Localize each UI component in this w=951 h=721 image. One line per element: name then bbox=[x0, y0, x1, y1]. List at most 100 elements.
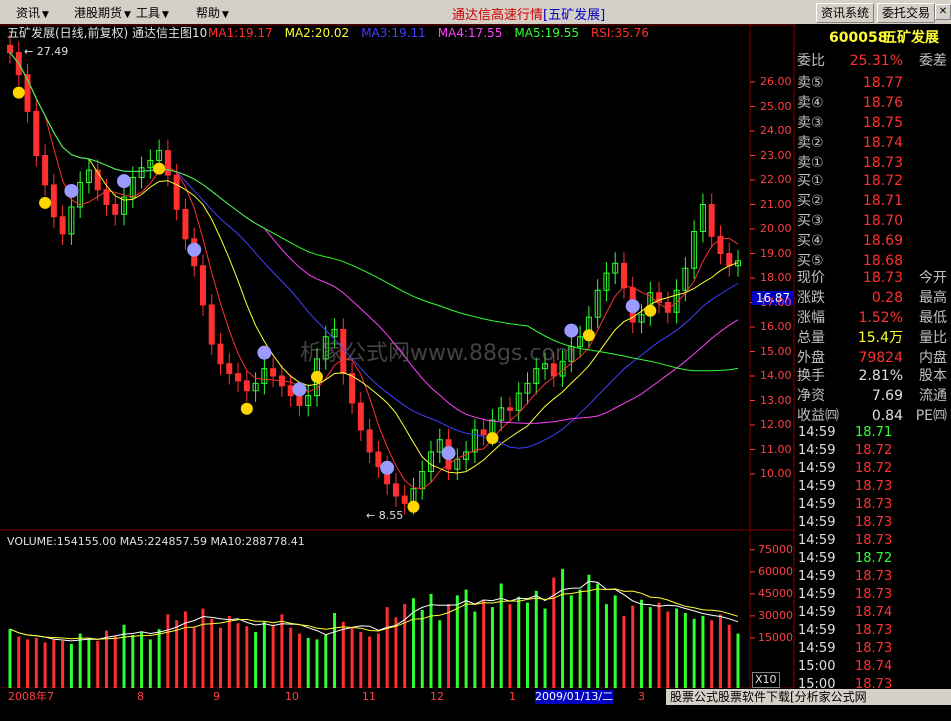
price-tick-label: 12.00 bbox=[760, 418, 792, 431]
ma-legend: MA1:19.17 MA2:20.02 MA3:19.11 MA4:17.55 MA5:… bbox=[208, 26, 661, 40]
sell-signal-icon bbox=[12, 86, 25, 99]
tick-row: 14:59 18.73 bbox=[798, 641, 893, 656]
tick-row: 14:59 18.71 bbox=[798, 425, 893, 440]
tick-row: 14:59 18.73 bbox=[798, 497, 893, 512]
price-tick-label: 26.00 bbox=[760, 75, 792, 88]
x10-button[interactable]: X10 bbox=[752, 672, 780, 688]
stats1-row: 涨幅 1.52% 最低 bbox=[797, 310, 947, 326]
ma-legend-item: MA5:19.55 bbox=[514, 26, 579, 40]
volume-tick-label: 45000 bbox=[758, 586, 793, 600]
buys-row: 买④ 18.69 bbox=[797, 233, 903, 249]
price-tick-label: 18.00 bbox=[760, 271, 792, 284]
watermark: 析家公式网www.88gs.com bbox=[300, 341, 577, 366]
price-tick-label: 16.00 bbox=[760, 320, 792, 333]
menu-hk-futures[interactable]: 港股期货 ▼ bbox=[74, 4, 131, 21]
tick-row: 14:59 18.73 bbox=[798, 569, 893, 584]
stats1-row: 涨跌 0.28 最高 bbox=[797, 290, 947, 306]
trade-button[interactable]: 委托交易 bbox=[877, 3, 935, 23]
buy-signal-icon bbox=[257, 345, 272, 360]
sell-signal-icon bbox=[310, 370, 323, 383]
price-tick-label: 24.00 bbox=[760, 124, 792, 137]
volume-tick-label: 15000 bbox=[758, 630, 793, 644]
tick-row: 14:59 18.73 bbox=[798, 515, 893, 530]
x-axis-label: 3 bbox=[638, 690, 645, 703]
buys-row: 买③ 18.70 bbox=[797, 213, 903, 229]
stats1-row: 总量 15.4万 量比 bbox=[797, 330, 947, 346]
low-label: ← 8.55 bbox=[366, 509, 404, 522]
sell-signal-icon bbox=[407, 500, 420, 513]
sells-row: 卖② 18.74 bbox=[797, 135, 903, 151]
price-tick-label: 20.00 bbox=[760, 222, 792, 235]
volume-tick-label: 75000 bbox=[758, 542, 793, 556]
chart-header: 五矿发展(日线,前复权) 通达信主图10 bbox=[7, 26, 208, 40]
sell-signal-icon bbox=[153, 162, 166, 175]
ma-legend-item: RSI:35.76 bbox=[590, 26, 649, 40]
stats1-row: 外盘 79824 内盘 bbox=[797, 350, 947, 366]
tick-row: 14:59 18.72 bbox=[798, 461, 893, 476]
price-tick-label: 15.00 bbox=[760, 344, 792, 358]
kline-chart[interactable] bbox=[0, 24, 795, 716]
sells-row: 卖③ 18.75 bbox=[797, 115, 903, 131]
ratio-row: 委比 25.31% 委差 bbox=[797, 53, 947, 69]
stats2-row: 净资 7.69 流通 bbox=[797, 388, 947, 404]
buy-signal-icon bbox=[625, 299, 640, 314]
sells-row: 卖④ 18.76 bbox=[797, 95, 903, 111]
tick-row: 15:00 18.74 bbox=[798, 659, 893, 674]
buy-signal-icon bbox=[380, 460, 395, 475]
sells-row: 卖⑤ 18.77 bbox=[797, 75, 903, 91]
sells-row: 卖① 18.73 bbox=[797, 155, 903, 171]
quote-panel: 600058 五矿发展 委比 25.31% 委差 卖⑤ 18.77 卖④ 18.76 卖… bbox=[795, 24, 951, 692]
x-axis-label: 8 bbox=[137, 690, 144, 703]
buy-signal-icon bbox=[564, 323, 579, 338]
ma-legend-item: MA1:19.17 bbox=[208, 26, 273, 40]
buy-signal-icon bbox=[64, 183, 79, 198]
volume-header: VOLUME:154155.00 MA5:224857.59 MA10:2887… bbox=[7, 535, 305, 548]
ma-legend-item: MA2:20.02 bbox=[284, 26, 350, 40]
tick-row: 14:59 18.73 bbox=[798, 623, 893, 638]
sell-signal-icon bbox=[39, 196, 52, 209]
footer-text: 股票公式股票软件下载[分析家公式网www.88gs.com] bbox=[666, 689, 951, 720]
volume-tick-label: 30000 bbox=[758, 608, 793, 622]
tick-row: 14:59 18.74 bbox=[798, 605, 893, 620]
x-axis-label: 12 bbox=[430, 690, 444, 703]
price-tick-label: 13.00 bbox=[760, 393, 792, 407]
price-tick-label: 14.00 bbox=[760, 369, 792, 382]
price-tick-label: 22.00 bbox=[760, 173, 792, 186]
volume-tick-label: 60000 bbox=[758, 564, 793, 578]
buy-signal-icon bbox=[441, 446, 456, 461]
tick-row: 14:59 18.73 bbox=[798, 533, 893, 548]
x-axis-label: 9 bbox=[213, 690, 220, 703]
high-label: ← 27.49 bbox=[24, 45, 69, 58]
buys-row: 买① 18.72 bbox=[797, 173, 903, 189]
sell-signal-icon bbox=[644, 304, 657, 317]
news-system-button[interactable]: 资讯系统 bbox=[816, 3, 874, 23]
x-axis-label: 1 bbox=[509, 690, 516, 703]
ma-legend-item: MA4:17.55 bbox=[437, 26, 503, 40]
sell-signal-icon bbox=[240, 402, 253, 415]
stats1-row: 现价 18.73 今开 bbox=[797, 270, 947, 286]
menu-help[interactable]: 帮助 ▼ bbox=[196, 4, 229, 21]
tick-row: 14:59 18.73 bbox=[798, 587, 893, 602]
x-axis-label: 10 bbox=[285, 690, 299, 703]
sell-signal-icon bbox=[582, 329, 595, 342]
close-icon[interactable]: ✕ bbox=[935, 4, 951, 20]
menu-tools[interactable]: 工具 ▼ bbox=[136, 4, 169, 21]
price-tick-label: 10.00 bbox=[760, 467, 792, 480]
price-tick-label: 25.00 bbox=[760, 99, 792, 113]
tick-row: 14:59 18.73 bbox=[798, 479, 893, 494]
tick-row: 14:59 18.72 bbox=[798, 551, 893, 566]
menu-bar: 资讯 ▼ 港股期货 ▼ 工具 ▼ 帮助 ▼ 通达信高速行情[五矿发展] 资讯系统 委托交… bbox=[0, 0, 951, 25]
buy-signal-icon bbox=[187, 242, 202, 257]
price-tick-label: 23.00 bbox=[760, 148, 792, 162]
tick-row: 14:59 18.72 bbox=[798, 443, 893, 458]
menu-news[interactable]: 资讯 ▼ bbox=[16, 4, 49, 21]
x-axis-label: 2008年7 bbox=[8, 690, 54, 703]
buys-row: 买② 18.71 bbox=[797, 193, 903, 209]
x-axis-label: 2009/01/13/二 bbox=[535, 690, 614, 704]
buy-signal-icon bbox=[117, 174, 132, 189]
stock-title: 600058 五矿发展 bbox=[829, 30, 939, 46]
stats2-row: 收益㈣ 0.84 PE㈣ bbox=[797, 408, 947, 424]
price-tick-label: 19.00 bbox=[760, 246, 792, 260]
app-title: 通达信高速行情[五矿发展] bbox=[452, 8, 606, 23]
x-axis-label: 11 bbox=[362, 690, 376, 703]
